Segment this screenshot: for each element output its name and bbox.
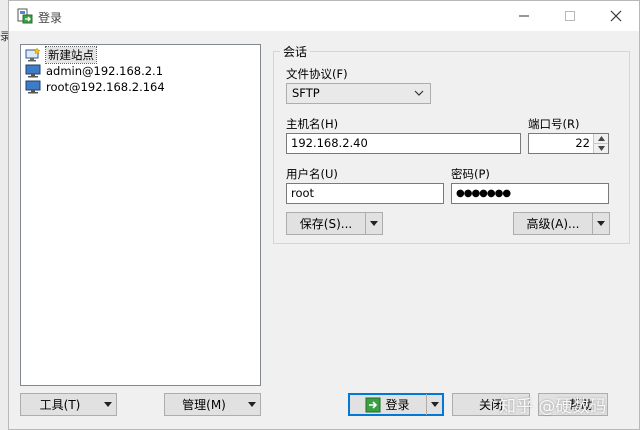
manage-dropdown[interactable] xyxy=(243,394,260,415)
site-item-label: root@192.168.2.164 xyxy=(46,80,165,94)
chevron-down-icon xyxy=(597,146,605,151)
manage-button-label: 管理(M) xyxy=(182,398,226,412)
new-site-icon xyxy=(25,48,41,62)
protocol-label: 文件协议(F) xyxy=(286,67,348,81)
maximize-button[interactable] xyxy=(547,1,593,31)
dropdown-arrow-icon xyxy=(597,220,605,226)
monitor-icon xyxy=(25,64,41,78)
dropdown-arrow-icon xyxy=(431,401,439,407)
port-stepper[interactable]: 22 xyxy=(528,133,609,154)
manage-button[interactable]: 管理(M) xyxy=(164,393,261,416)
save-dropdown[interactable] xyxy=(365,213,382,234)
password-input[interactable]: ●●●●●●● xyxy=(451,183,609,204)
advanced-button-label: 高级(A)... xyxy=(526,217,580,231)
site-item-label: 新建站点 xyxy=(45,46,97,64)
minimize-icon xyxy=(519,15,529,17)
tools-dropdown[interactable] xyxy=(99,394,116,415)
port-down-button[interactable] xyxy=(594,144,608,153)
save-button-label: 保存(S)... xyxy=(299,217,353,231)
close-icon xyxy=(610,10,622,22)
password-label: 密码(P) xyxy=(451,167,490,181)
maximize-icon xyxy=(565,11,575,21)
username-input[interactable]: root xyxy=(286,183,444,204)
chevron-down-icon xyxy=(414,90,424,96)
chevron-up-icon xyxy=(597,136,605,141)
minimize-button[interactable] xyxy=(501,1,547,31)
tools-button-label: 工具(T) xyxy=(39,398,81,412)
host-label: 主机名(H) xyxy=(286,117,339,131)
dropdown-arrow-icon xyxy=(370,220,378,226)
port-value: 22 xyxy=(575,136,590,150)
watermark: 知乎 @硬数码 xyxy=(499,397,607,417)
login-icon xyxy=(365,397,381,412)
dropdown-arrow-icon xyxy=(103,401,112,407)
site-tree[interactable]: 新建站点 admin@192.168.2.1 root@192.168.2.16… xyxy=(20,44,261,386)
login-button-label: 登录 xyxy=(385,398,410,412)
close-window-button[interactable] xyxy=(593,1,639,31)
site-item-admin[interactable]: admin@192.168.2.1 xyxy=(25,63,163,79)
site-item-label: admin@192.168.2.1 xyxy=(46,64,164,78)
advanced-button[interactable]: 高级(A)... xyxy=(513,212,610,235)
login-dropdown[interactable] xyxy=(426,394,443,415)
winscp-app-icon xyxy=(17,8,33,24)
window-title: 登录 xyxy=(38,11,63,25)
save-button[interactable]: 保存(S)... xyxy=(286,212,383,235)
advanced-dropdown[interactable] xyxy=(592,213,609,234)
site-item-new[interactable]: 新建站点 xyxy=(25,46,97,64)
login-button[interactable]: 登录 xyxy=(348,393,444,416)
monitor-icon xyxy=(25,80,41,94)
username-label: 用户名(U) xyxy=(286,167,338,181)
site-item-root[interactable]: root@192.168.2.164 xyxy=(25,79,165,95)
protocol-value: SFTP xyxy=(292,86,320,100)
port-label: 端口号(R) xyxy=(528,117,580,131)
tools-button[interactable]: 工具(T) xyxy=(20,393,117,416)
dropdown-arrow-icon xyxy=(247,401,256,407)
session-group-title: 会话 xyxy=(280,43,311,60)
port-up-button[interactable] xyxy=(594,134,608,144)
title-bar[interactable]: 登录 xyxy=(9,1,639,31)
host-input[interactable]: 192.168.2.40 xyxy=(286,133,521,154)
protocol-select[interactable]: SFTP xyxy=(286,83,431,104)
login-dialog: 登录 新建站点 admin@192.168.2.1 root@192.168.2… xyxy=(8,0,640,430)
